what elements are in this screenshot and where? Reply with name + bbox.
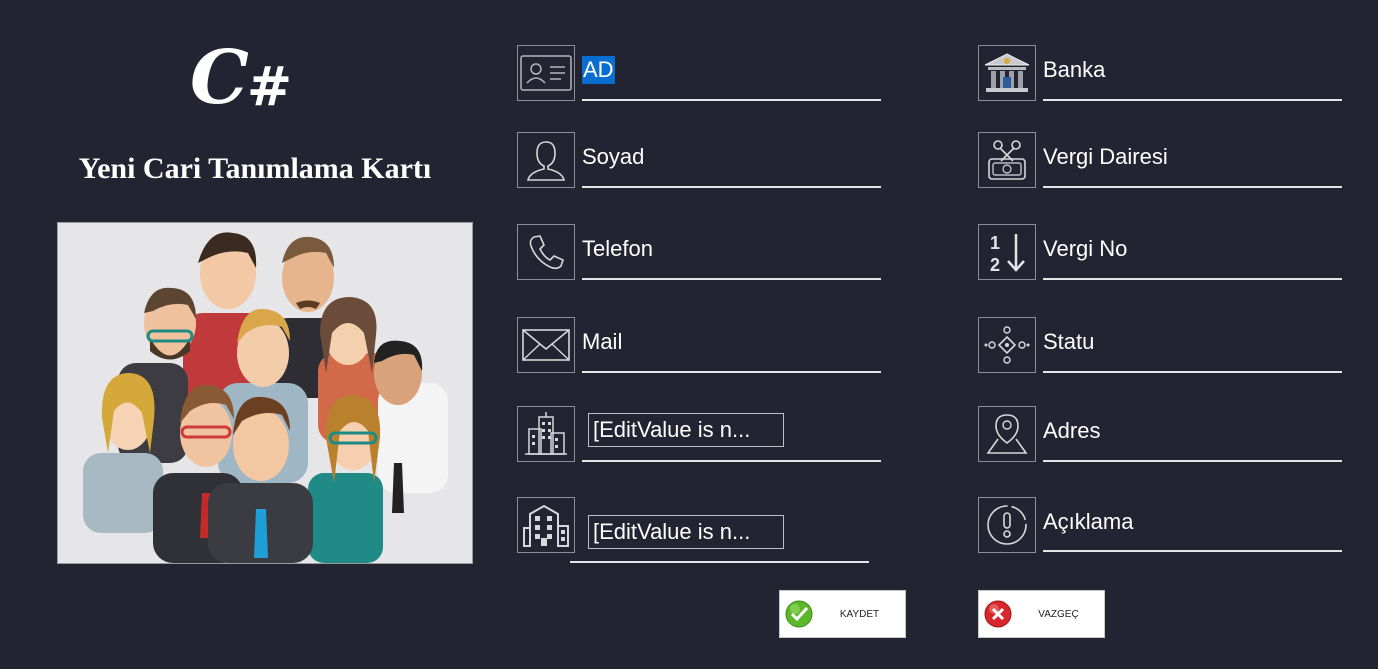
cancel-x-icon: [984, 600, 1012, 628]
bank-icon: [978, 45, 1036, 101]
city-underline: [582, 460, 881, 462]
vergi-dairesi-label[interactable]: Vergi Dairesi: [1043, 143, 1168, 171]
apartment-underline: [570, 561, 869, 563]
cancel-button[interactable]: VAZGEÇ: [978, 590, 1105, 638]
save-button[interactable]: KAYDET: [779, 590, 906, 638]
statu-label[interactable]: Statu: [1043, 328, 1094, 356]
map-pin-icon: [978, 406, 1036, 462]
statu-underline: [1043, 371, 1342, 373]
vergi-dairesi-underline: [1043, 186, 1342, 188]
telefon-underline: [582, 278, 881, 280]
status-nodes-icon: [978, 317, 1036, 373]
banka-underline: [1043, 99, 1342, 101]
mail-underline: [582, 371, 881, 373]
people-group-illustration: [57, 222, 473, 564]
mail-label[interactable]: Mail: [582, 328, 622, 356]
soyad-underline: [582, 186, 881, 188]
phone-icon: [517, 224, 575, 280]
id-card-icon: [517, 45, 575, 101]
apartment-icon: [517, 497, 575, 553]
page-title: Yeni Cari Tanımlama Kartı: [78, 152, 432, 185]
city-buildings-icon: [517, 406, 575, 462]
ad-underline: [582, 99, 881, 101]
envelope-icon: [517, 317, 575, 373]
logo-sharp: #: [246, 54, 292, 118]
tax-office-icon: [978, 132, 1036, 188]
vergi-no-underline: [1043, 278, 1342, 280]
info-exclamation-icon: [978, 497, 1036, 553]
logo-letter: C: [190, 35, 249, 121]
apartment-edit-input[interactable]: [EditValue is n...: [588, 515, 784, 549]
cancel-button-label: VAZGEÇ: [1038, 608, 1079, 620]
telefon-label[interactable]: Telefon: [582, 235, 653, 263]
adres-underline: [1043, 460, 1342, 462]
ad-label[interactable]: AD: [582, 56, 615, 84]
svg-text:2: 2: [990, 255, 1000, 275]
city-edit-input[interactable]: [EditValue is n...: [588, 413, 784, 447]
person-icon: [517, 132, 575, 188]
soyad-label[interactable]: Soyad: [582, 143, 644, 171]
adres-label[interactable]: Adres: [1043, 417, 1100, 445]
vergi-no-label[interactable]: Vergi No: [1043, 235, 1127, 263]
save-button-label: KAYDET: [839, 608, 880, 620]
csharp-logo: C#: [190, 38, 320, 118]
checkmark-icon: [785, 600, 813, 628]
aciklama-underline: [1043, 550, 1342, 552]
svg-text:1: 1: [990, 233, 1000, 253]
banka-label[interactable]: Banka: [1043, 56, 1105, 84]
aciklama-label[interactable]: Açıklama: [1043, 508, 1133, 536]
sort-numeric-icon: 12: [978, 224, 1036, 280]
